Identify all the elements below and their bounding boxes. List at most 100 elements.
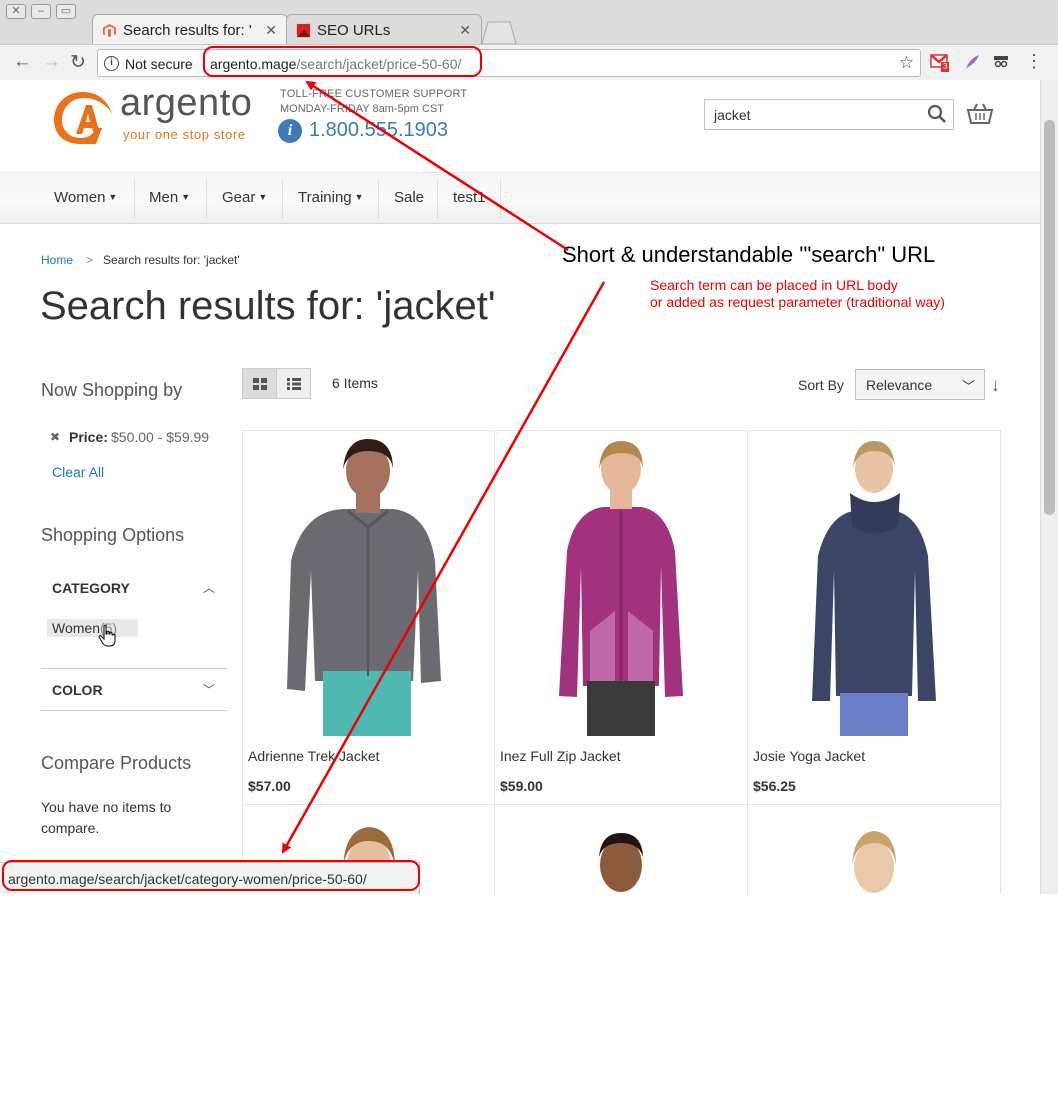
product-name[interactable]: Inez Full Zip Jacket <box>500 748 621 764</box>
now-shopping-title: Now Shopping by <box>41 380 183 400</box>
nav-item-gear[interactable]: Gear ▼ <box>222 173 267 223</box>
product-price: $59.00 <box>500 778 543 794</box>
info-bubble-icon: i <box>278 119 302 143</box>
url-path: /search/jacket/price-50-60/ <box>296 56 462 72</box>
product-price: $57.00 <box>248 778 291 794</box>
product-grid: Adrienne Trek Jacket $57.00 Inez Full Zi… <box>242 430 1002 895</box>
product-image[interactable] <box>495 431 748 736</box>
info-icon[interactable]: i <box>104 56 119 71</box>
items-count: 6 Items <box>332 375 378 391</box>
support-label: TOLL-FREE CUSTOMER SUPPORT <box>280 88 468 100</box>
category-filter-toggle[interactable]: CATEGORY ︿ <box>41 563 227 613</box>
security-label: Not secure <box>125 56 193 72</box>
address-bar[interactable]: i Not secure argento.mage/search/jacket/… <box>97 49 921 77</box>
gmail-extension-icon[interactable]: 3 <box>929 53 951 73</box>
page-title: Search results for: 'jacket' <box>40 284 496 328</box>
product-image[interactable] <box>748 805 1001 1110</box>
divider <box>206 179 207 219</box>
list-view-button[interactable] <box>276 368 311 399</box>
product-image[interactable] <box>243 431 496 736</box>
chevron-down-icon: ﹀ <box>961 379 975 394</box>
sort-select[interactable]: Relevance ﹀ <box>855 369 985 400</box>
chevron-down-icon: ▼ <box>108 192 118 202</box>
browser-toolbar: ← → ↻ i Not secure argento.mage/search/j… <box>0 44 1058 80</box>
window-maximize-button[interactable]: ▭ <box>56 4 76 19</box>
nav-item-sale[interactable]: Sale <box>394 173 424 223</box>
page-scrollbar[interactable] <box>1040 80 1058 894</box>
url-text[interactable]: argento.mage/search/jacket/price-50-60/ <box>210 56 461 72</box>
list-icon <box>287 378 301 390</box>
tab-title: SEO URLs <box>317 22 391 39</box>
breadcrumb-home-link[interactable]: Home <box>41 253 73 267</box>
nav-label: Men <box>149 189 179 206</box>
chevron-down-icon: ▼ <box>258 192 268 202</box>
tab-seo-urls[interactable]: SEO URLs ✕ <box>286 14 482 45</box>
reload-icon[interactable]: ↻ <box>70 51 86 74</box>
browser-menu-icon[interactable]: ⋮ <box>1025 51 1043 72</box>
feather-extension-icon[interactable] <box>961 53 983 73</box>
incognito-extension-icon[interactable] <box>990 53 1012 73</box>
breadcrumb: Home > Search results for: 'jacket' <box>41 253 240 267</box>
product-image[interactable] <box>495 805 748 1110</box>
new-tab-button[interactable] <box>480 20 518 45</box>
support-hours: MONDAY-FRIDAY 8am-5pm CST <box>280 103 445 115</box>
nav-item-men[interactable]: Men ▼ <box>149 173 190 223</box>
nav-label: test1 <box>453 189 486 206</box>
back-arrow-icon[interactable]: ← <box>13 51 32 73</box>
window-close-button[interactable]: ✕ <box>6 4 26 19</box>
url-host: argento.mage <box>210 56 297 72</box>
browser-status-bar: argento.mage/search/jacket/category-wome… <box>0 862 420 894</box>
logo-text[interactable]: argento <box>120 82 252 125</box>
cart-icon[interactable] <box>966 102 994 126</box>
grid-view-button[interactable] <box>242 368 277 399</box>
remove-filter-icon[interactable]: ✖ <box>50 430 60 444</box>
compare-empty-message: You have no items to compare. <box>41 799 172 836</box>
nav-label: Training <box>298 189 352 206</box>
color-heading: COLOR <box>52 682 103 698</box>
product-image[interactable] <box>748 431 1001 736</box>
breadcrumb-current: Search results for: 'jacket' <box>103 253 240 267</box>
category-option-women[interactable]: Women(5) <box>47 619 138 637</box>
scrollbar-thumb[interactable] <box>1044 120 1055 515</box>
filter-label: Price: <box>69 429 108 445</box>
grid-icon <box>253 378 267 390</box>
sort-select-value: Relevance <box>866 377 933 393</box>
annotation-note-line2: or added as request parameter (tradition… <box>650 294 945 310</box>
clear-all-link[interactable]: Clear All <box>52 464 104 480</box>
chevron-down-icon: ▼ <box>181 192 191 202</box>
tab-search-results[interactable]: Search results for: ' ✕ <box>92 14 288 45</box>
shopping-options-title: Shopping Options <box>41 525 185 545</box>
sort-direction-icon[interactable]: ↓ <box>991 375 1000 396</box>
nav-label: Women <box>54 189 106 206</box>
product-price: $56.25 <box>753 778 796 794</box>
tab-close-icon[interactable]: ✕ <box>459 22 471 39</box>
forward-arrow-icon[interactable]: → <box>42 51 61 73</box>
nav-item-test1[interactable]: test1 <box>453 173 486 223</box>
sort-label: Sort By <box>798 377 844 393</box>
product-name[interactable]: Josie Yoga Jacket <box>753 748 865 764</box>
chevron-up-icon: ︿ <box>202 581 215 595</box>
search-input[interactable]: jacket <box>704 99 954 130</box>
support-phone: 1.800.555.1903 <box>309 119 449 141</box>
hand-cursor-icon <box>98 624 116 647</box>
window-minimize-button[interactable]: – <box>31 4 51 19</box>
divider <box>378 179 379 219</box>
product-image[interactable] <box>243 805 496 1110</box>
nav-item-training[interactable]: Training ▼ <box>298 173 364 223</box>
divider <box>134 179 135 219</box>
nav-label: Sale <box>394 189 425 206</box>
nav-label: Gear <box>222 189 256 206</box>
search-icon[interactable] <box>927 104 947 124</box>
color-filter-toggle[interactable]: COLOR ﹀ <box>41 665 227 715</box>
argento-logo-icon[interactable] <box>52 88 114 146</box>
tab-close-icon[interactable]: ✕ <box>265 22 277 39</box>
divider <box>282 179 283 219</box>
product-name[interactable]: Adrienne Trek Jacket <box>248 748 380 764</box>
nav-item-women[interactable]: Women ▼ <box>54 173 117 223</box>
category-heading: CATEGORY <box>52 580 130 596</box>
logo-tagline: your one stop store <box>123 127 246 142</box>
bookmark-star-icon[interactable]: ☆ <box>899 53 914 73</box>
compare-products-title: Compare Products <box>41 753 192 773</box>
divider <box>203 54 204 72</box>
divider <box>41 710 227 711</box>
